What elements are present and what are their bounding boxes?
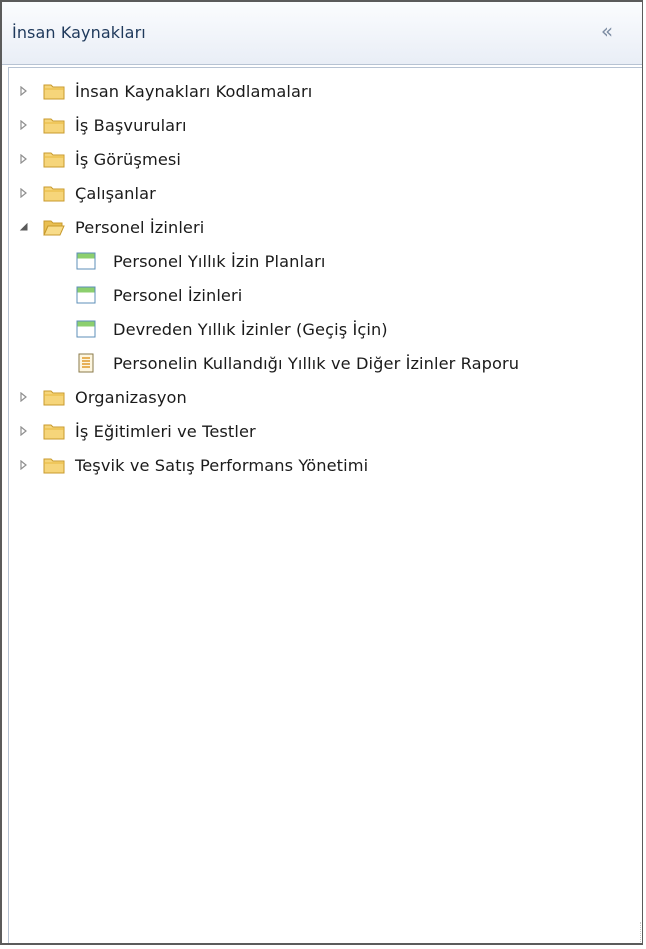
- tree-node-label: Personel İzinleri: [113, 285, 243, 305]
- panel-title: İnsan Kaynakları: [12, 23, 146, 42]
- resize-grip[interactable]: [636, 922, 641, 942]
- tree-node-devreden-yillik-izinler[interactable]: Devreden Yıllık İzinler (Geçiş İçin): [9, 312, 642, 346]
- tree-node-is-egitimleri-ve-testler[interactable]: İş Eğitimleri ve Testler: [9, 414, 642, 448]
- expand-arrow-icon[interactable]: [17, 152, 31, 166]
- navigation-panel: İnsan Kaynakları « İnsan Kaynakları Kodl…: [0, 0, 643, 945]
- expand-arrow-icon[interactable]: [17, 118, 31, 132]
- form-icon: [75, 320, 97, 338]
- report-icon: [75, 353, 97, 373]
- expand-arrow-icon[interactable]: [17, 458, 31, 472]
- open-folder-icon: [43, 218, 65, 236]
- form-icon: [75, 252, 97, 270]
- tree-node-insan-kaynaklari-kodlamalari[interactable]: İnsan Kaynakları Kodlamaları: [9, 74, 642, 108]
- tree-node-label: İş Eğitimleri ve Testler: [75, 421, 256, 441]
- folder-icon: [43, 116, 65, 134]
- panel-header: İnsan Kaynakları «: [2, 2, 642, 65]
- tree-node-label: Çalışanlar: [75, 183, 156, 203]
- folder-icon: [43, 184, 65, 202]
- folder-icon: [43, 150, 65, 168]
- tree-node-label: Devreden Yıllık İzinler (Geçiş İçin): [113, 319, 388, 339]
- tree-node-is-basvurulari[interactable]: İş Başvuruları: [9, 108, 642, 142]
- expand-arrow-icon[interactable]: [17, 84, 31, 98]
- tree-node-label: Organizasyon: [75, 387, 187, 407]
- tree-node-calisanlar[interactable]: Çalışanlar: [9, 176, 642, 210]
- tree-node-personel-izinleri[interactable]: Personel İzinleri: [9, 210, 642, 244]
- tree-node-label: İş Görüşmesi: [75, 149, 182, 169]
- collapse-arrow-icon[interactable]: [17, 220, 31, 234]
- tree-node-izinler-raporu[interactable]: Personelin Kullandığı Yıllık ve Diğer İz…: [9, 346, 642, 380]
- tree-node-tesvik-ve-satis-performans[interactable]: Teşvik ve Satış Performans Yönetimi: [9, 448, 642, 482]
- folder-icon: [43, 388, 65, 406]
- tree-node-label: Personel İzinleri: [75, 217, 205, 237]
- folder-icon: [43, 82, 65, 100]
- tree-view: İnsan Kaynakları Kodlamaları İş Başvurul…: [8, 67, 642, 943]
- expand-arrow-icon[interactable]: [17, 390, 31, 404]
- form-icon: [75, 286, 97, 304]
- tree-node-label: İnsan Kaynakları Kodlamaları: [75, 81, 313, 101]
- collapse-panel-button[interactable]: «: [594, 18, 620, 44]
- tree-node-is-gorusmesi[interactable]: İş Görüşmesi: [9, 142, 642, 176]
- tree-node-organizasyon[interactable]: Organizasyon: [9, 380, 642, 414]
- tree-node-label: Teşvik ve Satış Performans Yönetimi: [75, 455, 369, 475]
- tree-node-label: Personel Yıllık İzin Planları: [113, 251, 326, 271]
- expand-arrow-icon[interactable]: [17, 186, 31, 200]
- expand-arrow-icon[interactable]: [17, 424, 31, 438]
- tree-list: İnsan Kaynakları Kodlamaları İş Başvurul…: [9, 74, 642, 482]
- tree-node-label: İş Başvuruları: [75, 115, 187, 135]
- tree-node-label: Personelin Kullandığı Yıllık ve Diğer İz…: [113, 353, 520, 373]
- folder-icon: [43, 422, 65, 440]
- folder-icon: [43, 456, 65, 474]
- tree-node-personel-yillik-izin-planlari[interactable]: Personel Yıllık İzin Planları: [9, 244, 642, 278]
- tree-node-personel-izinleri-form[interactable]: Personel İzinleri: [9, 278, 642, 312]
